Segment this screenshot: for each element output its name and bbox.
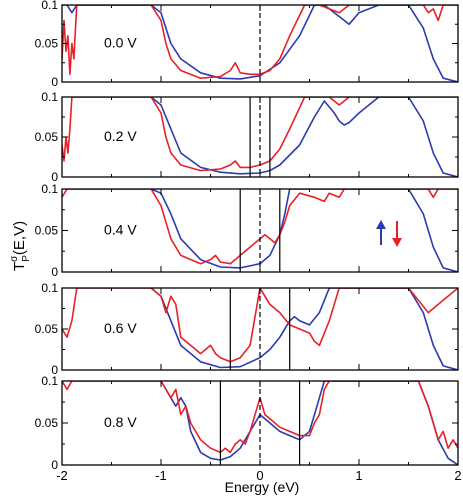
y-tick-label: 0.05 bbox=[35, 224, 59, 238]
series-spin-up bbox=[150, 97, 458, 177]
y-tick-label: 0.1 bbox=[41, 90, 58, 104]
panel-0-4V: 0 0.05 0.1 0.4 V bbox=[35, 182, 459, 279]
x-tick-label: 2 bbox=[454, 468, 461, 483]
series-spin-up bbox=[150, 189, 458, 272]
y-tick-label: 0.05 bbox=[35, 322, 59, 336]
y-tick-label: 0.1 bbox=[41, 182, 58, 196]
panel-0-0V: 0 0.05 0.1 0.0 V bbox=[35, 0, 459, 89]
series-spin-up bbox=[160, 381, 458, 465]
series-spin-up bbox=[150, 288, 458, 370]
voltage-label: 0.8 V bbox=[104, 414, 137, 430]
y-tick-label: 0.05 bbox=[35, 416, 59, 430]
spin-up-arrow-icon bbox=[376, 220, 386, 245]
y-tick-label: 0.1 bbox=[41, 281, 58, 295]
panel-0-8V: 00.050.10.8 V bbox=[35, 374, 459, 472]
x-tick-label: -1 bbox=[155, 468, 167, 483]
x-axis-label: Energy (eV) bbox=[225, 479, 300, 495]
spin-legend bbox=[376, 220, 402, 247]
transmission-figure: 00.050.10.0 V00.050.10.2 V00.050.10.4 V0… bbox=[9, 0, 462, 495]
x-tick-label: 1 bbox=[355, 468, 362, 483]
y-axis-label-main: T bbox=[11, 262, 28, 271]
voltage-label: 0.2 V bbox=[104, 128, 137, 144]
y-axis-label: TσP(E,V) bbox=[9, 221, 32, 271]
y-tick-label: 0.05 bbox=[35, 37, 59, 51]
x-tick-label: -2 bbox=[56, 468, 68, 483]
voltage-label: 0.6 V bbox=[104, 320, 137, 336]
y-tick-label: 0.1 bbox=[41, 0, 58, 12]
panel-0-6V: 00.050.10.6 V bbox=[35, 281, 459, 377]
y-tick-label: 0 bbox=[51, 75, 58, 89]
spin-down-arrow-icon bbox=[392, 221, 402, 247]
y-axis-label-tail: (E,V) bbox=[11, 221, 28, 255]
svg-text:TσP(E,V): TσP(E,V) bbox=[9, 221, 32, 271]
voltage-label: 0.4 V bbox=[104, 222, 137, 238]
voltage-label: 0.0 V bbox=[104, 35, 137, 51]
y-tick-label: 0.1 bbox=[41, 374, 58, 388]
panels-group: 00.050.10.0 V00.050.10.2 V00.050.10.4 V0… bbox=[35, 0, 459, 472]
y-tick-label: 0 bbox=[51, 265, 58, 279]
panel-0-2V: 00.050.10.2 V bbox=[35, 90, 459, 184]
y-tick-label: 0.05 bbox=[35, 130, 59, 144]
